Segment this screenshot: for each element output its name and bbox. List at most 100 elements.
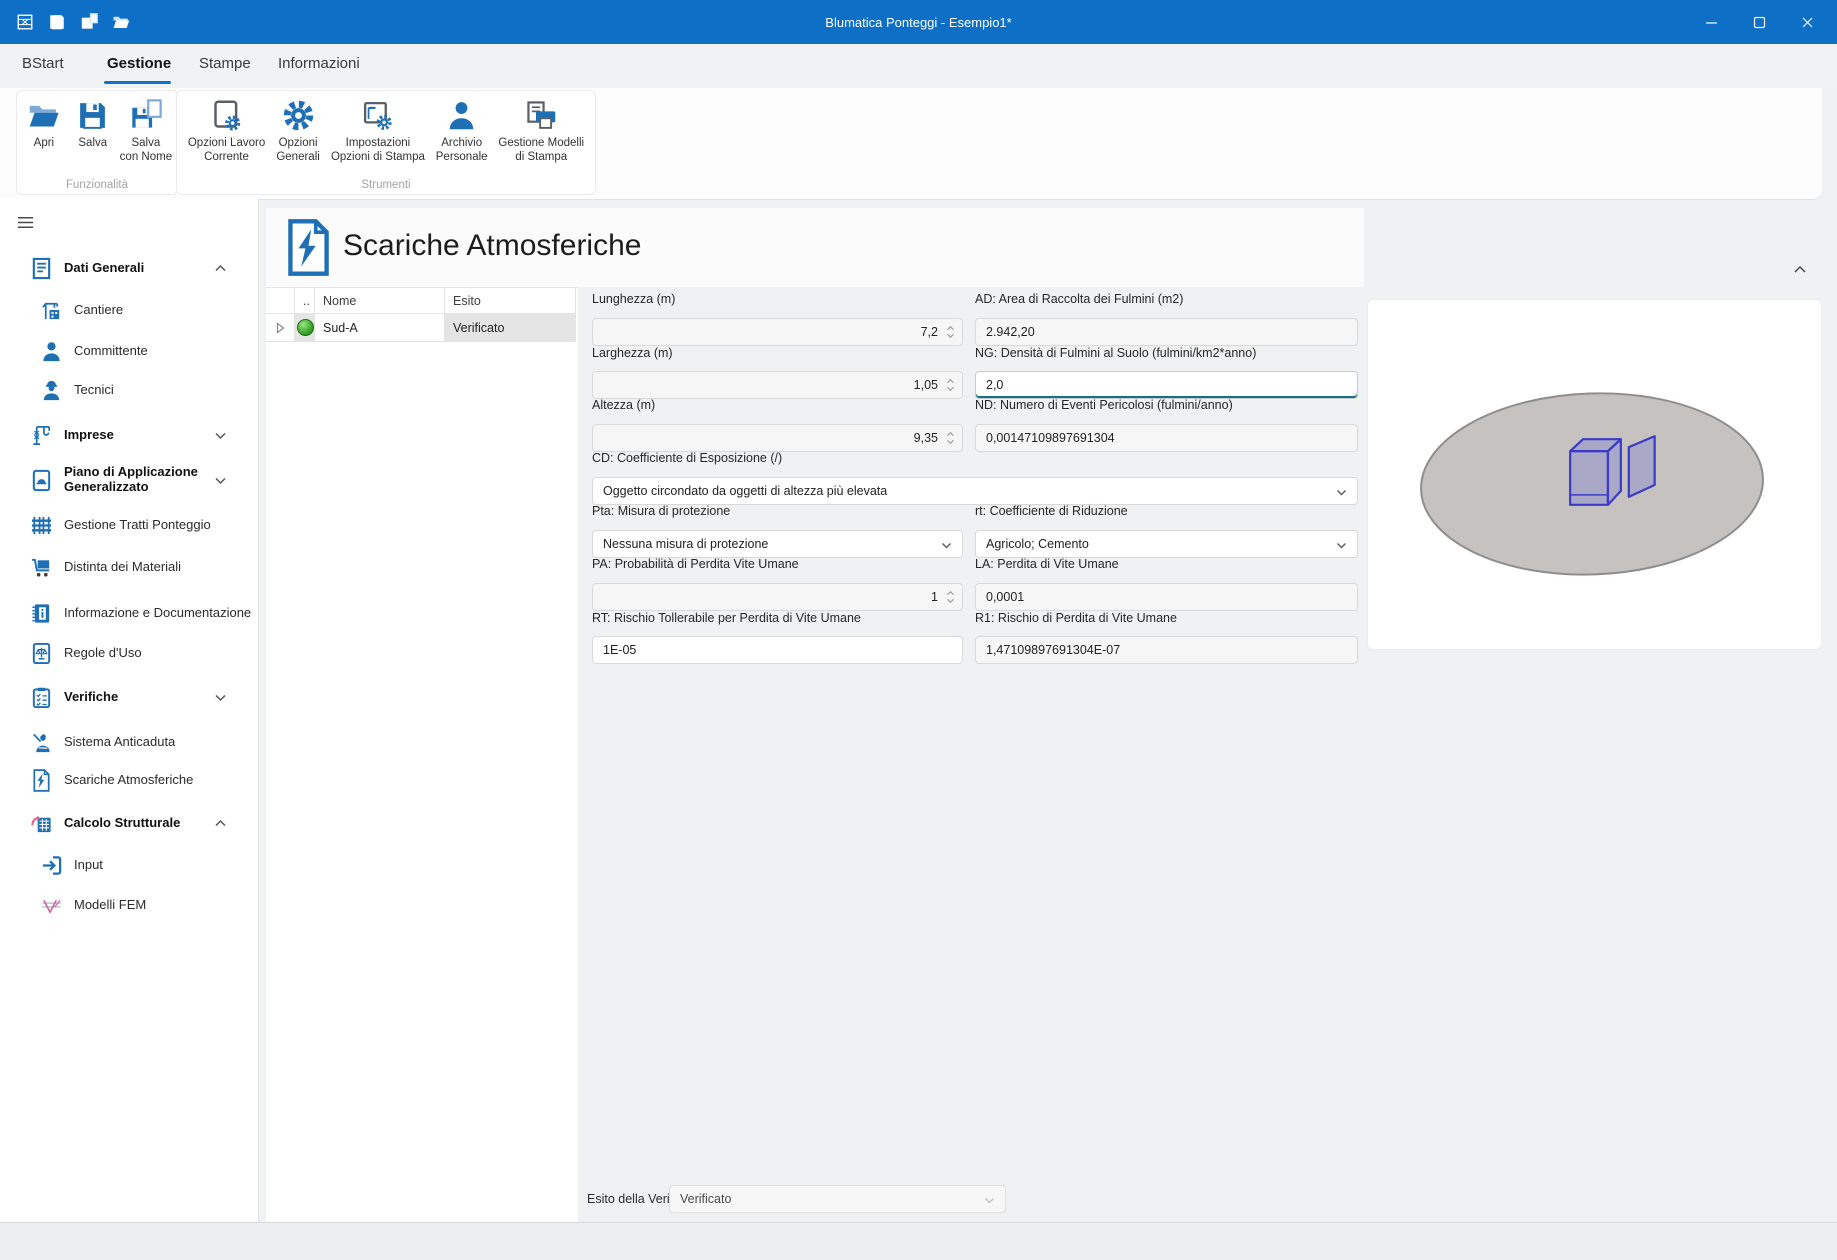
sidebar-item-label: Verifiche — [64, 690, 118, 705]
table-row[interactable]: Sud-AVerificato — [266, 314, 578, 342]
chevron-up-icon[interactable] — [213, 816, 228, 831]
app-logo-icon[interactable] — [16, 13, 34, 31]
sidebar-item-label: Distinta dei Materiali — [64, 560, 181, 575]
row-expander[interactable] — [266, 314, 295, 342]
sidebar-item-input[interactable]: Input — [0, 844, 298, 886]
ribbon-button-gestione-modelli[interactable]: Gestione Modelli di Stampa — [498, 99, 584, 164]
sidebar-item-label: Modelli FEM — [74, 898, 146, 913]
ng-value: 2,0 — [986, 378, 1003, 392]
sidebar-item-distinta-dei-materiali[interactable]: Distinta dei Materiali — [0, 546, 288, 588]
lunghezza-value: 7,2 — [603, 325, 942, 339]
active-tab-underline — [104, 81, 171, 84]
person-helmet-icon — [40, 379, 63, 402]
tab-stampe[interactable]: Stampe — [199, 55, 251, 72]
pa-input[interactable]: 1 — [592, 583, 963, 611]
cd-label: CD: Coefficiente di Esposizione (/) — [592, 451, 782, 465]
ribbon-collapse-button[interactable] — [1790, 260, 1810, 280]
altezza-label: Altezza (m) — [592, 398, 655, 412]
ribbon-button-label: Salva con Nome — [120, 137, 172, 164]
ng-input[interactable]: 2,0 — [975, 371, 1358, 399]
window-title: Blumatica Ponteggi - Esempio1* — [0, 15, 1837, 30]
sidebar-item-tecnici[interactable]: Tecnici — [0, 369, 298, 411]
chevron-down-icon[interactable] — [213, 473, 228, 488]
ribbon-button-apri[interactable]: Apri — [22, 99, 66, 151]
row-esito-cell[interactable]: Verificato — [445, 314, 576, 342]
menu-icon[interactable] — [16, 213, 35, 232]
lunghezza-input[interactable]: 7,2 — [592, 318, 963, 346]
ribbon-button-opzioni[interactable]: Opzioni Generali — [276, 99, 320, 164]
sidebar-item-imprese[interactable]: Imprese — [0, 414, 288, 456]
sidebar-item-cantiere[interactable]: Cantiere — [0, 289, 298, 331]
sidebar-item-dati-generali[interactable]: Dati Generali — [0, 247, 288, 289]
spinner-arrows-icon[interactable] — [942, 374, 958, 396]
sidebar-item-sistema-anticaduta[interactable]: Sistema Anticaduta — [0, 721, 288, 763]
larghezza-value: 1,05 — [603, 378, 942, 392]
tab-bstart[interactable]: BStart — [22, 55, 64, 72]
ribbon-button-impostazioni[interactable]: Impostazioni Opzioni di Stampa — [331, 99, 425, 164]
sidebar-item-verifiche[interactable]: Verifiche — [0, 676, 288, 718]
larghezza-input[interactable]: 1,05 — [592, 371, 963, 399]
spinner-arrows-icon[interactable] — [942, 321, 958, 343]
ribbon-button-salva[interactable]: Salva — [71, 99, 115, 151]
la-input: 0,0001 — [975, 583, 1358, 611]
rt-tollerabile-input[interactable]: 1E-05 — [592, 636, 963, 664]
pa-value: 1 — [603, 590, 942, 604]
ribbon-button-archivio[interactable]: Archivio Personale — [436, 99, 488, 164]
chevron-down-icon[interactable] — [213, 428, 228, 443]
maximize-button[interactable] — [1735, 0, 1783, 44]
sidebar-item-regole-d-uso[interactable]: Regole d'Uso — [0, 632, 288, 674]
ribbon-button-salva[interactable]: Salva con Nome — [120, 99, 172, 164]
open-folder-icon[interactable] — [112, 13, 130, 31]
pta-select[interactable]: Nessuna misura di protezione — [592, 530, 963, 558]
chevron-down-icon — [1335, 486, 1348, 499]
fem-wave-icon — [40, 894, 63, 917]
tab-informazioni[interactable]: Informazioni — [278, 55, 360, 72]
sidebar-item-gestione-tratti-ponteggio[interactable]: Gestione Tratti Ponteggio — [0, 504, 288, 546]
rt-value: Agricolo; Cemento — [986, 537, 1089, 551]
row-name-cell[interactable]: Sud-A — [315, 314, 445, 342]
ribbon-group-caption: Strumenti — [177, 179, 595, 191]
sidebar-item-committente[interactable]: Committente — [0, 330, 298, 372]
ribbon-button-label: Salva — [78, 137, 107, 151]
sidebar-item-calcolo-strutturale[interactable]: Calcolo Strutturale — [0, 802, 288, 844]
rt-select[interactable]: Agricolo; Cemento — [975, 530, 1358, 558]
chevron-down-icon[interactable] — [213, 690, 228, 705]
sidebar-item-label: Informazione e Documentazione — [64, 606, 251, 621]
sidebar-item-scariche-atmosferiche[interactable]: Scariche Atmosferiche — [0, 759, 288, 801]
ribbon-button-opzioni-lavoro[interactable]: Opzioni Lavoro Corrente — [188, 99, 265, 164]
sidebar-item-informazione-e-documentazione[interactable]: Informazione e Documentazione — [0, 592, 288, 634]
verification-result-select[interactable]: Verificato — [669, 1185, 1006, 1213]
page-title: Scariche Atmosferiche — [343, 229, 641, 263]
chevron-up-icon[interactable] — [213, 261, 228, 276]
ribbon-button-label: Opzioni Lavoro Corrente — [188, 137, 265, 164]
table-header-status[interactable]: .. — [295, 288, 315, 314]
sidebar-item-label: Input — [74, 858, 103, 873]
table-header-esito[interactable]: Esito — [445, 288, 576, 314]
sidebar-item-modelli-fem[interactable]: Modelli FEM — [0, 884, 298, 926]
print-gear-icon — [361, 99, 394, 132]
save-icon[interactable] — [48, 13, 66, 31]
sidebar-item-label: Piano di Applicazione Generalizzato — [64, 465, 222, 495]
spinner-arrows-icon[interactable] — [942, 427, 958, 449]
title-bar: Blumatica Ponteggi - Esempio1* — [0, 0, 1837, 44]
ribbon-button-label: Archivio Personale — [436, 137, 488, 164]
window-footer-band — [0, 1222, 1837, 1260]
crane-icon — [30, 424, 53, 447]
spinner-arrows-icon[interactable] — [942, 586, 958, 608]
tab-gestione[interactable]: Gestione — [107, 55, 171, 72]
save-as-icon[interactable] — [80, 13, 98, 31]
altezza-input[interactable]: 9,35 — [592, 424, 963, 452]
minimize-button[interactable] — [1687, 0, 1735, 44]
3d-viewport[interactable] — [1367, 299, 1822, 650]
ribbon-group-caption: Funzionalità — [17, 179, 177, 191]
cd-select[interactable]: Oggetto circondato da oggetti di altezza… — [592, 477, 1358, 505]
scales-icon — [30, 642, 53, 665]
pta-label: Pta: Misura di protezione — [592, 504, 730, 518]
sidebar-item-piano-di-applicazione-generalizzato[interactable]: Piano di Applicazione Generalizzato — [0, 455, 288, 505]
table-header-nome[interactable]: Nome — [315, 288, 445, 314]
pa-label: PA: Probabilità di Perdita Vite Umane — [592, 557, 799, 571]
expand-triangle-icon — [274, 322, 286, 334]
close-button[interactable] — [1783, 0, 1831, 44]
worker-harness-icon — [30, 731, 53, 754]
ng-label: NG: Densità di Fulmini al Suolo (fulmini… — [975, 346, 1256, 360]
